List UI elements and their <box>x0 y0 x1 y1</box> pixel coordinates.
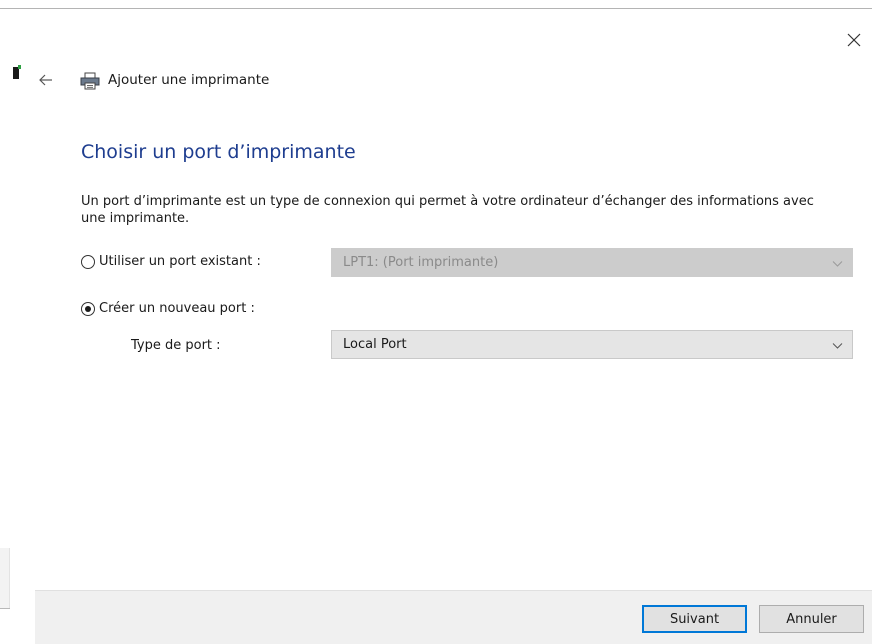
new-port-label: Créer un nouveau port : <box>99 301 255 316</box>
left-side-panel <box>0 548 10 608</box>
existing-port-select-value: LPT1: (Port imprimante) <box>343 255 499 270</box>
page-heading: Choisir un port d’imprimante <box>81 141 356 163</box>
close-icon <box>847 33 861 47</box>
left-side-separator <box>0 608 10 609</box>
page-description: Un port d’imprimante est un type de conn… <box>81 194 814 226</box>
back-button[interactable] <box>36 70 56 90</box>
existing-port-label: Utiliser un port existant : <box>99 254 261 269</box>
existing-port-select: LPT1: (Port imprimante) <box>331 248 853 277</box>
port-type-label: Type de port : <box>131 338 221 353</box>
printer-icon <box>80 72 100 90</box>
close-button[interactable] <box>840 28 868 52</box>
port-type-select[interactable]: Local Port <box>331 330 853 359</box>
cancel-button[interactable]: Annuler <box>759 605 864 633</box>
port-type-select-value: Local Port <box>343 337 407 352</box>
chevron-down-icon <box>832 261 843 267</box>
existing-port-radio-option[interactable]: Utiliser un port existant : <box>81 254 261 269</box>
next-button[interactable]: Suivant <box>642 605 747 633</box>
window-top-border <box>0 8 872 9</box>
existing-port-radio[interactable] <box>81 254 95 269</box>
new-port-radio-option[interactable]: Créer un nouveau port : <box>81 301 255 316</box>
wizard-title: Ajouter une imprimante <box>108 72 270 88</box>
arrow-left-icon <box>39 74 52 86</box>
chevron-down-icon <box>832 343 843 349</box>
app-status-icon <box>13 65 21 79</box>
new-port-radio[interactable] <box>81 301 95 316</box>
